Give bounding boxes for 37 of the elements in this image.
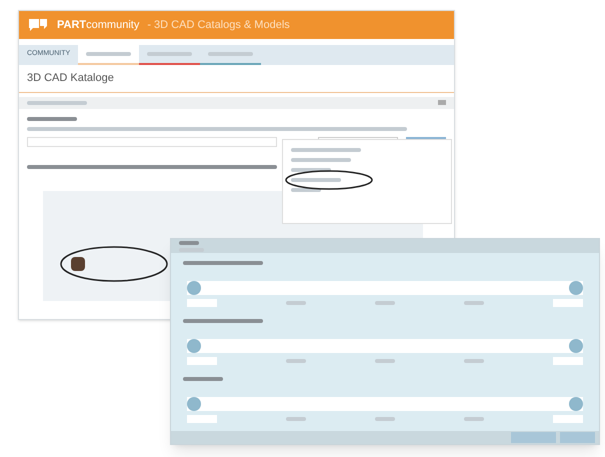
resize-icon[interactable] <box>438 100 446 105</box>
page-title: 3D CAD Kataloge <box>19 65 454 92</box>
min-field[interactable] <box>187 415 217 424</box>
blurred-text <box>291 188 321 192</box>
brand-name: PARTcommunity <box>57 18 140 33</box>
blurred-text <box>375 417 395 422</box>
blurred-text <box>27 100 87 104</box>
blurred-text <box>286 359 306 364</box>
blurred-text <box>286 301 306 306</box>
logo-icon <box>27 17 49 33</box>
blurred-text <box>183 377 223 382</box>
blurred-text <box>464 417 484 422</box>
blurred-text <box>286 417 306 422</box>
min-field[interactable] <box>187 299 217 308</box>
dialog-button[interactable] <box>511 432 556 444</box>
blurred-text <box>179 240 199 245</box>
header-title: - 3D CAD Catalogs & Models <box>147 18 290 33</box>
blurred-text <box>291 158 351 162</box>
max-field[interactable] <box>553 357 583 366</box>
range-slider[interactable] <box>187 397 583 412</box>
max-field[interactable] <box>553 415 583 424</box>
blurred-text <box>375 359 395 364</box>
search-field[interactable] <box>27 136 277 146</box>
blurred-text <box>86 52 132 56</box>
blurred-text <box>27 116 77 120</box>
part-thumbnail <box>71 256 85 270</box>
range-slider[interactable] <box>187 281 583 296</box>
max-field[interactable] <box>553 299 583 308</box>
dialog-button[interactable] <box>560 432 595 444</box>
blurred-text <box>291 178 341 182</box>
blurred-text <box>464 301 484 306</box>
blurred-text <box>291 148 361 152</box>
range-slider[interactable] <box>187 339 583 354</box>
blurred-text <box>291 168 331 172</box>
min-field[interactable] <box>187 357 217 366</box>
blurred-text <box>375 301 395 306</box>
blurred-text <box>464 359 484 364</box>
